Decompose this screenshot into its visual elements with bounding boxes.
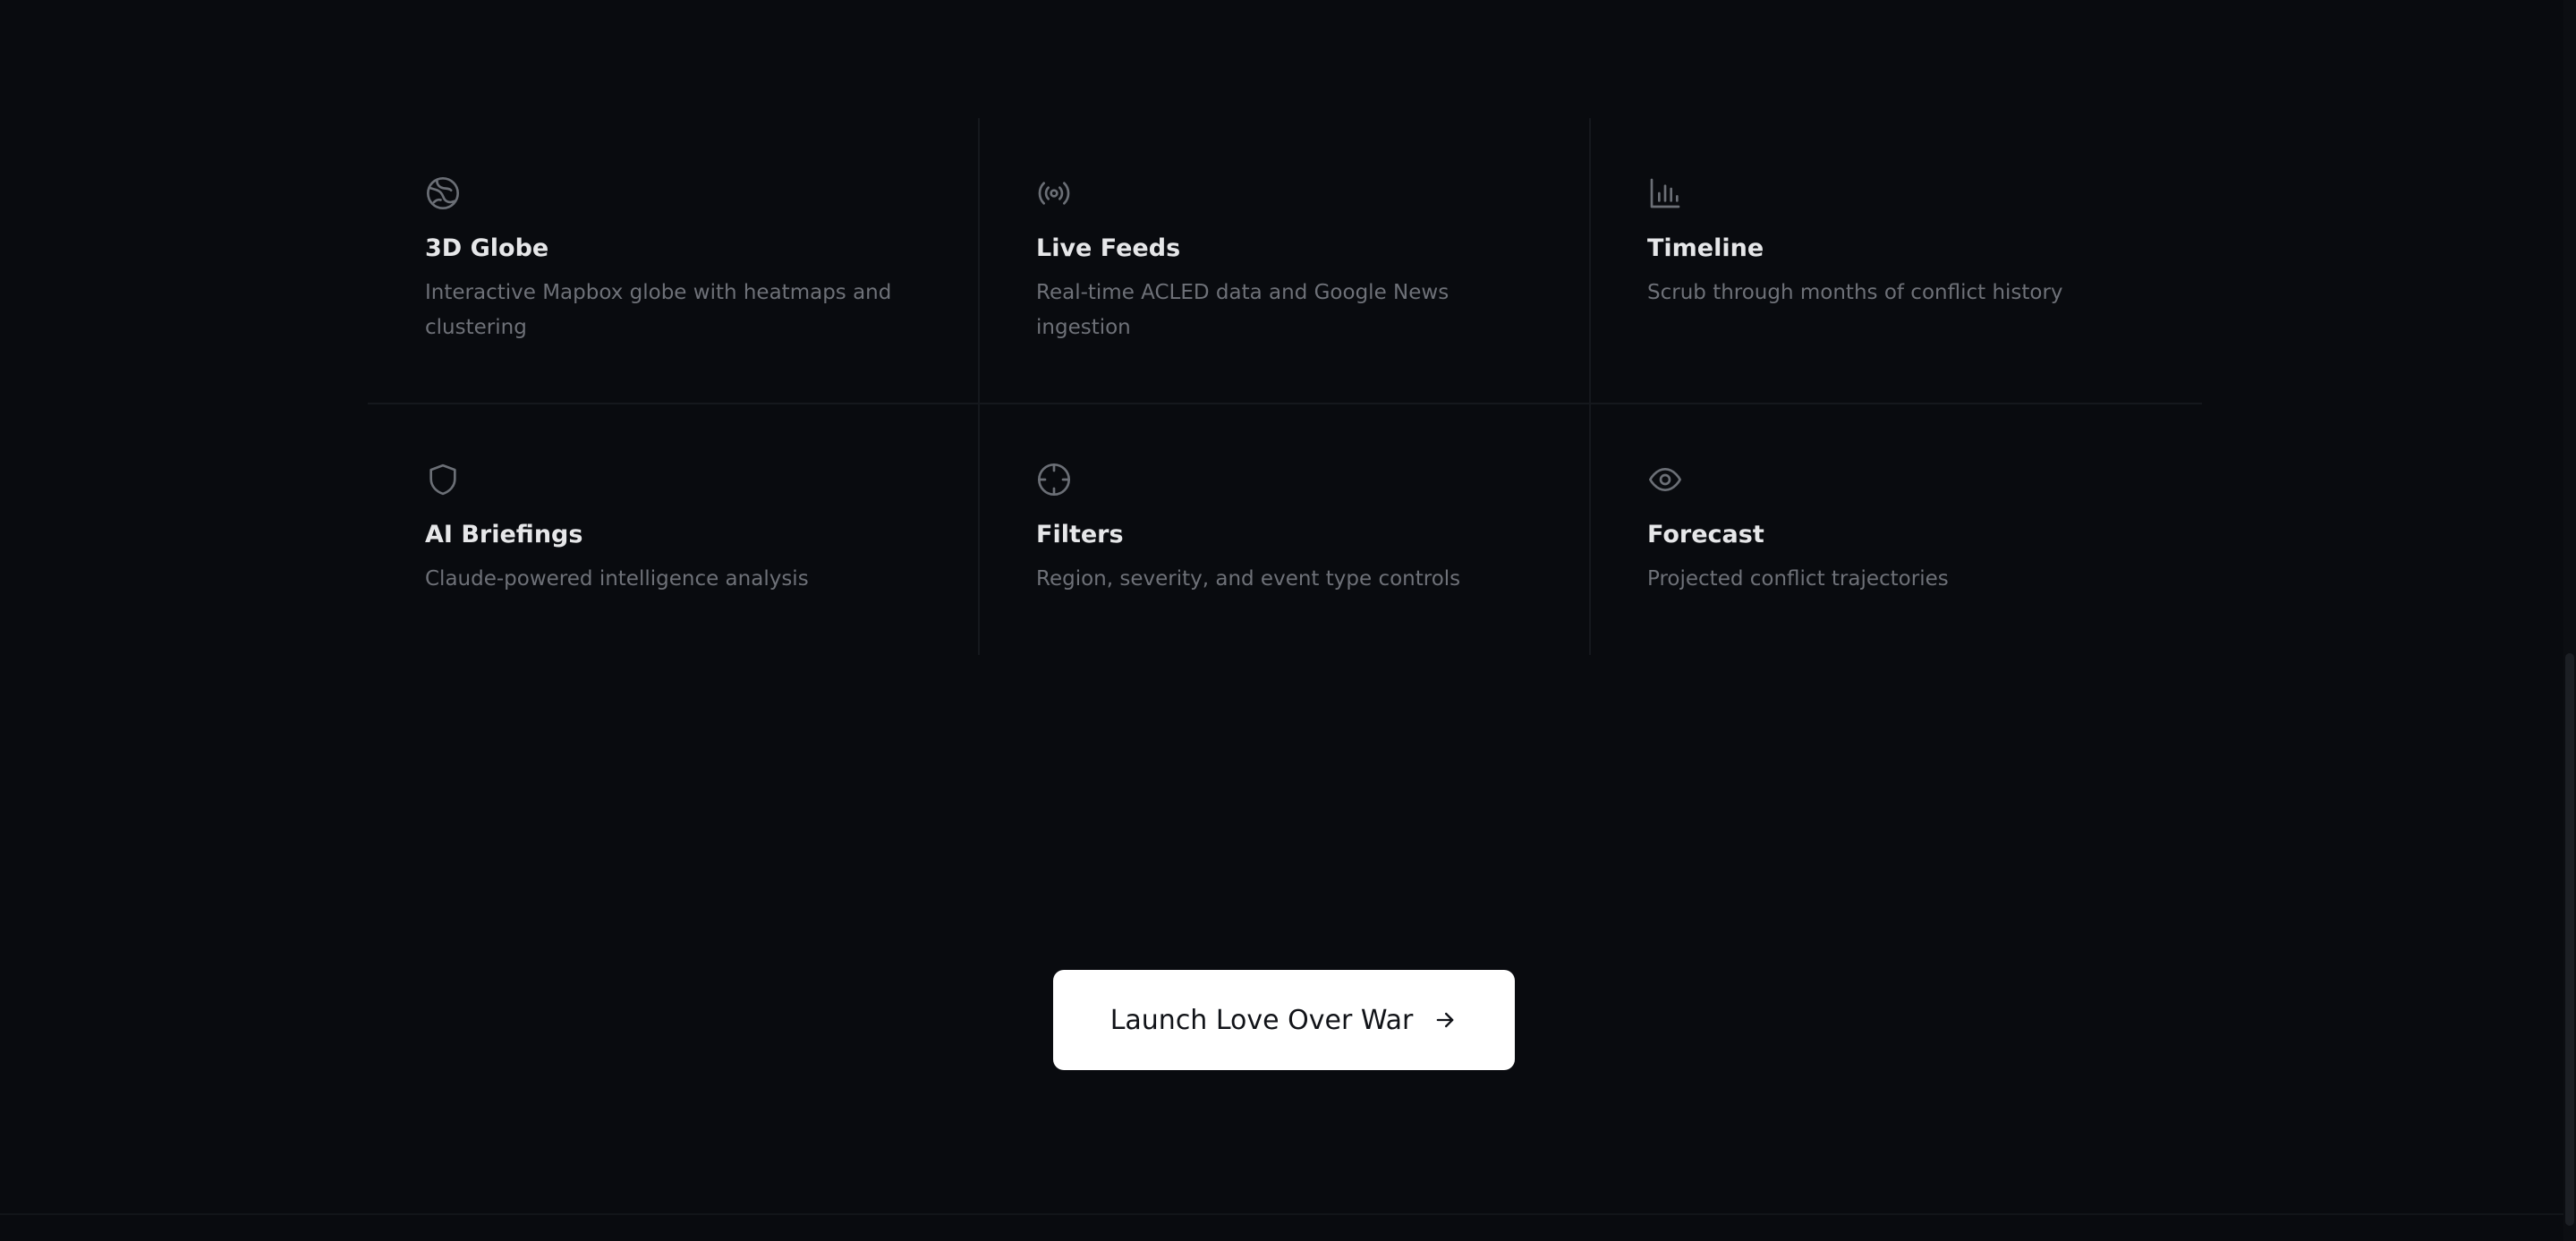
globe-icon	[425, 175, 461, 211]
feature-card-forecast: Forecast Projected conflict trajectories	[1590, 404, 2201, 655]
feature-card-filters: Filters Region, severity, and event type…	[979, 404, 1590, 655]
scrollbar-thumb[interactable]	[2565, 653, 2574, 1226]
feature-card-3d-globe: 3D Globe Interactive Mapbox globe with h…	[368, 118, 979, 403]
feature-description: Interactive Mapbox globe with heatmaps a…	[425, 281, 892, 339]
feature-card-ai-briefings: AI Briefings Claude-powered intelligence…	[368, 404, 979, 655]
eye-icon	[1647, 462, 1683, 497]
arrow-right-icon	[1433, 1007, 1458, 1033]
feature-title: 3D Globe	[425, 234, 549, 262]
feature-title: Live Feeds	[1036, 234, 1181, 262]
launch-button[interactable]: Launch Love Over War	[1053, 970, 1515, 1070]
page: 3D Globe Interactive Mapbox globe with h…	[0, 0, 2576, 1241]
feature-title: Forecast	[1647, 521, 1764, 548]
feature-description: Scrub through months of conflict history	[1647, 281, 2063, 304]
feature-title: Filters	[1036, 521, 1124, 548]
crosshair-icon	[1036, 462, 1072, 497]
feature-description: Projected conflict trajectories	[1647, 567, 1949, 591]
features-grid: 3D Globe Interactive Mapbox globe with h…	[368, 118, 2202, 655]
shield-icon	[425, 462, 461, 497]
scrollbar[interactable]	[2563, 0, 2576, 1241]
feature-card-timeline: Timeline Scrub through months of conflic…	[1590, 118, 2201, 403]
launch-button-label: Launch Love Over War	[1109, 1004, 1414, 1036]
feature-description: Real-time ACLED data and Google News ing…	[1036, 281, 1450, 339]
feature-description: Region, severity, and event type control…	[1036, 567, 1461, 591]
feature-description: Claude-powered intelligence analysis	[425, 567, 809, 591]
feature-card-live-feeds: Live Feeds Real-time ACLED data and Goog…	[979, 118, 1590, 403]
feature-title: Timeline	[1647, 234, 1764, 262]
bar-chart-icon	[1647, 175, 1683, 211]
feature-title: AI Briefings	[425, 521, 583, 548]
broadcast-icon	[1036, 175, 1072, 211]
footer-divider	[0, 1213, 2576, 1215]
